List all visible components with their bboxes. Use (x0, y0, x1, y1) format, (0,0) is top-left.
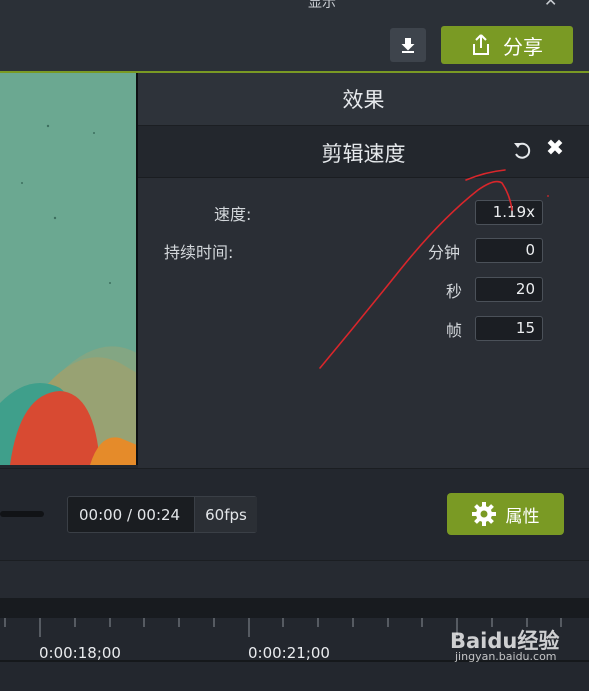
frames-label: 帧 (446, 321, 463, 340)
share-label: 分享 (503, 34, 543, 59)
timeline-track[interactable] (0, 560, 589, 599)
view-menu-label[interactable]: 显示 (308, 0, 336, 12)
frames-input[interactable]: 15 (475, 316, 543, 341)
seconds-label: 秒 (446, 282, 463, 301)
minutes-label: 分钟 (428, 243, 461, 262)
seconds-input[interactable]: 20 (475, 277, 543, 302)
close-icon[interactable]: ✖ (544, 138, 566, 160)
speed-input[interactable]: 1.19x (475, 200, 543, 225)
download-icon (401, 38, 415, 53)
minutes-input[interactable]: 0 (475, 238, 543, 263)
speed-label: 速度: (214, 205, 252, 224)
top-toolbar: 显示 ✕ 分享 (0, 0, 589, 72)
duration-label: 持续时间: (164, 243, 234, 262)
window-close-icon[interactable]: ✕ (544, 0, 557, 10)
share-button[interactable]: 分享 (441, 26, 573, 64)
total-time: 00:24 (136, 506, 181, 524)
watermark-url: jingyan.baidu.com (455, 650, 557, 663)
gear-icon (471, 502, 496, 526)
timeline-scrollbar[interactable] (0, 598, 589, 618)
properties-button[interactable]: 属性 (447, 493, 564, 535)
scrub-slider[interactable] (0, 511, 44, 517)
time-display: 00:00 / 00:24 60fps (67, 496, 257, 533)
effects-header: 效果 (138, 73, 589, 126)
current-time: 00:00 (79, 506, 123, 524)
preview-canvas[interactable] (0, 73, 137, 465)
fps-label: 60fps (205, 505, 247, 524)
playback-bar: 00:00 / 00:24 60fps 属性 (0, 468, 589, 561)
time-readout: 00:00 / 00:24 (79, 506, 180, 524)
share-icon (473, 34, 489, 55)
video-frame-artwork (0, 73, 137, 465)
time-separator: / (127, 506, 133, 524)
clip-speed-header: 剪辑速度 ✖ (138, 126, 589, 178)
download-button[interactable] (390, 28, 426, 62)
reset-icon[interactable] (511, 140, 533, 162)
effects-panel: 效果 剪辑速度 ✖ 速度: 1.19x 持续时间: 分钟 0 秒 20 帧 15 (138, 73, 589, 468)
properties-label: 属性 (505, 506, 540, 527)
fps-selector[interactable]: 60fps (194, 497, 257, 532)
effects-title: 效果 (342, 88, 385, 112)
